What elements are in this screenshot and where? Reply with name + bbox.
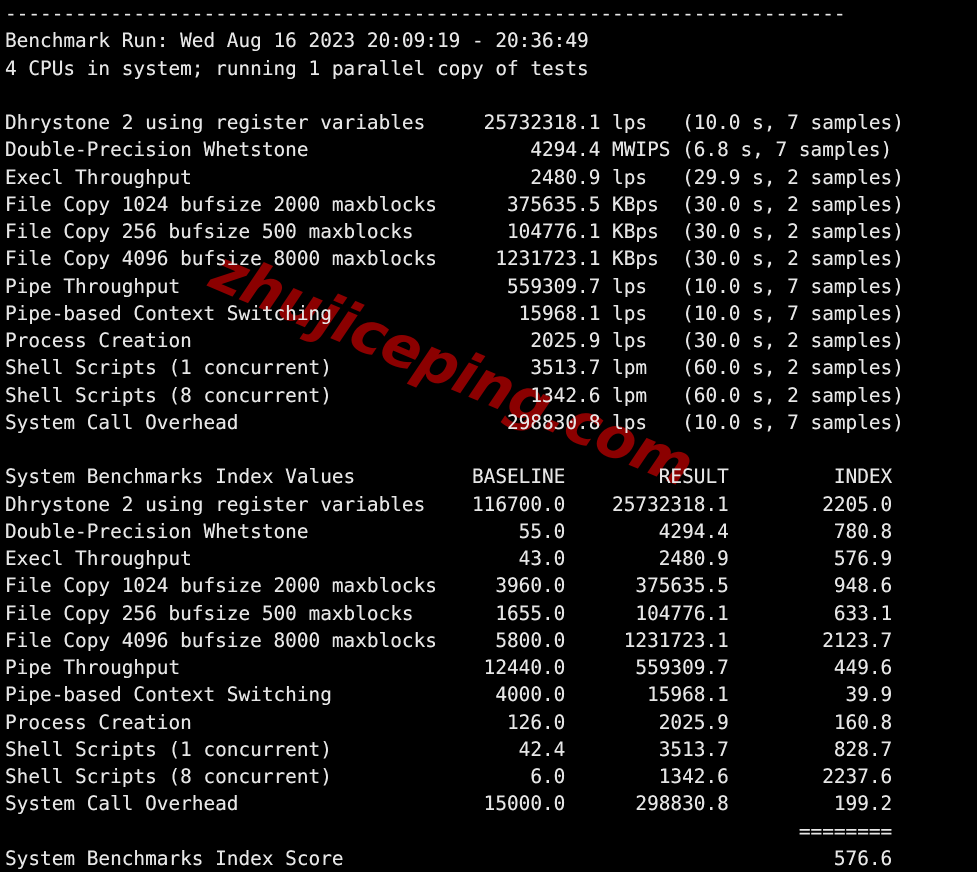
- terminal-text-content: ----------------------------------------…: [5, 2, 904, 870]
- terminal-output: ----------------------------------------…: [0, 0, 977, 870]
